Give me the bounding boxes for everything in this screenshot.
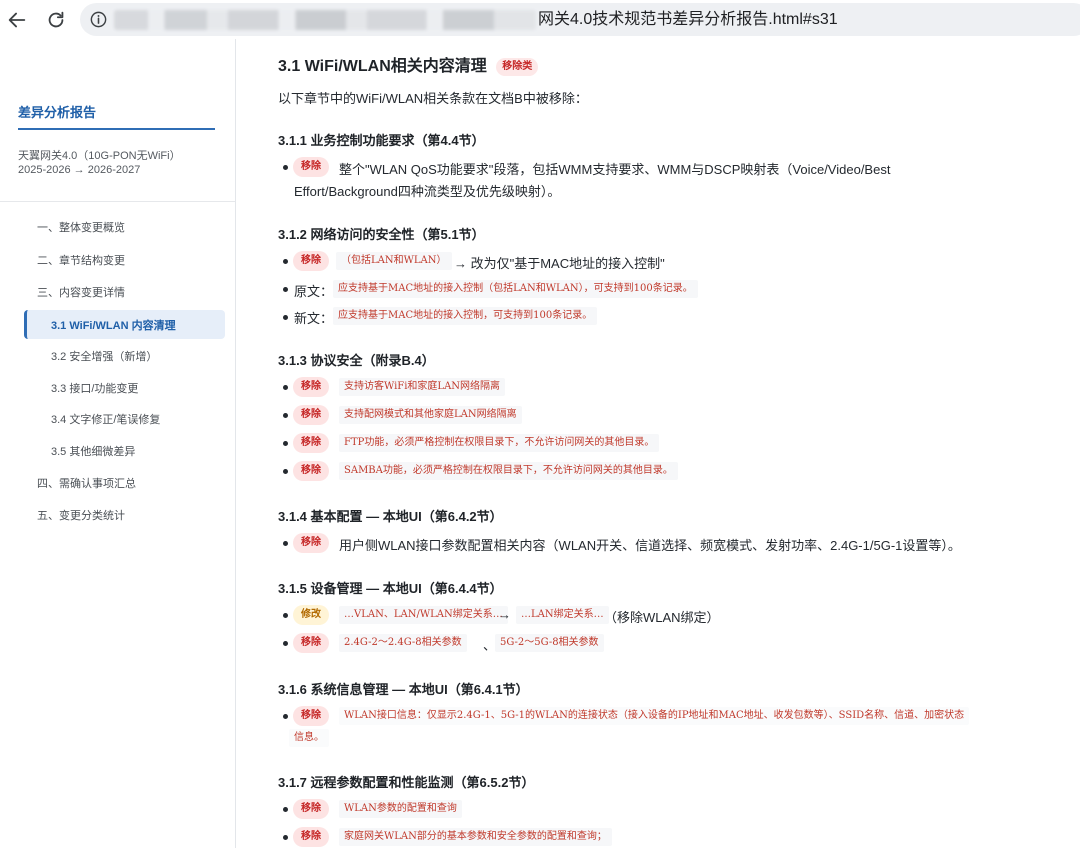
toc-item-interface[interactable]: 3.3 接口/功能变更 (0, 379, 235, 399)
page-title: 3.1 WiFi/WLAN相关内容清理 移除类 (278, 52, 539, 76)
new-label: 新文： (294, 311, 334, 326)
site-info-icon[interactable] (88, 9, 109, 30)
remove-tag: 移除 (293, 251, 329, 271)
removed-code: 支持配网模式和其他家庭LAN网络隔离 (339, 406, 522, 424)
bullet (283, 385, 288, 390)
reload-icon (48, 11, 64, 28)
sidebar: 差异分析报告 天翼网关4.0（10G-PON无WiFi） 2025-2026 →… (0, 39, 236, 848)
remove-tag: 移除 (293, 827, 329, 847)
section-heading-3-1-4: 3.1.4 基本配置 — 本地UI（第6.4.2节） (278, 509, 503, 524)
category-badge: 移除类 (496, 58, 539, 76)
removed-code: SAMBA功能，必须严格控制在权限目录下，不允许访问网关的其他目录。 (339, 462, 678, 480)
sidebar-title: 差异分析报告 (18, 105, 97, 120)
remove-tag: 移除 (293, 706, 329, 726)
intro-text: 以下章节中的WiFi/WLAN相关条款在文档B中被移除： (278, 91, 588, 106)
removed-code: WLAN接口信息：仅显示2.4G-1、5G-1的WLAN的连接状态（接入设备的I… (339, 707, 970, 725)
address-bar[interactable]: 网关4.0技术规范书差异分析报告.html#s31 (80, 3, 1080, 36)
sidebar-meta-years: 2025-2026 → 2026-2027 (18, 164, 141, 176)
back-button[interactable] (4, 7, 30, 33)
sidebar-meta-product: 天翼网关4.0（10G-PON无WiFi） (18, 150, 181, 162)
reload-button[interactable] (43, 7, 69, 33)
url-redacted (114, 10, 536, 30)
browser-toolbar: 网关4.0技术规范书差异分析报告.html#s31 (0, 0, 1080, 39)
toc-item-stats[interactable]: 五、变更分类统计 (0, 506, 235, 526)
main-content: 3.1 WiFi/WLAN相关内容清理 移除类 以下章节中的WiFi/WLAN相… (236, 39, 1080, 848)
section-heading-3-1-3: 3.1.3 协议安全（附录B.4） (278, 353, 435, 368)
remove-tag: 移除 (293, 633, 329, 653)
bullet (283, 165, 288, 170)
remove-tag: 移除 (293, 377, 329, 397)
bullet (283, 807, 288, 812)
modify-tag: 修改 (293, 605, 329, 625)
toc-item-security[interactable]: 3.2 安全增强（新增） (0, 347, 235, 367)
toc-item-minor[interactable]: 3.5 其他细微差异 (0, 442, 235, 462)
bullet (283, 259, 288, 264)
section-heading-3-1-2: 3.1.2 网络访问的安全性（第5.1节） (278, 227, 485, 242)
toc-item-label: 3.1 WiFi/WLAN 内容清理 (51, 320, 176, 332)
item-text-cont: Effort/Background四种流类型及优先级映射）。 (294, 184, 561, 199)
section-heading-3-1-7: 3.1.7 远程参数配置和性能监测（第6.5.2节） (278, 775, 535, 790)
section-heading-3-1-5: 3.1.5 设备管理 — 本地UI（第6.4.4节） (278, 581, 503, 596)
remove-tag: 移除 (293, 433, 329, 453)
toc-item-structure[interactable]: 二、章节结构变更 (0, 251, 235, 271)
removed-code: FTP功能，必须严格控制在权限目录下，不允许访问网关的其他目录。 (339, 434, 660, 452)
remove-tag: 移除 (293, 405, 329, 425)
item-text: 整个"WLAN QoS功能要求"段落，包括WMM支持要求、WMM与DSCP映射表… (339, 162, 891, 177)
remove-tag: 移除 (293, 157, 329, 177)
section-heading-3-1-1: 3.1.1 业务控制功能要求（第4.4节） (278, 133, 485, 148)
section-heading-3-1-6: 3.1.6 系统信息管理 — 本地UI（第6.4.1节） (278, 682, 529, 697)
toc-item-overview[interactable]: 一、整体变更概览 (0, 218, 235, 238)
remove-tag: 移除 (293, 533, 329, 553)
removed-code: WLAN参数的配置和查询 (339, 800, 462, 818)
bullet (283, 714, 288, 719)
removed-code: 5G-2～5G-8相关参数 (495, 634, 604, 652)
toc-item-text-fixes[interactable]: 3.4 文字修正/笔误修复 (0, 410, 235, 430)
bullet (283, 413, 288, 418)
removed-code: 家庭网关WLAN部分的基本参数和安全参数的配置和查询； (339, 828, 612, 846)
item-text: 用户侧WLAN接口参数配置相关内容（WLAN开关、信道选择、频宽模式、发射功率、… (339, 538, 961, 553)
toc-item-details[interactable]: 三、内容变更详情 (0, 283, 235, 303)
removed-code: 2.4G-2～2.4G-8相关参数 (339, 634, 467, 652)
item-note: （移除WLAN绑定） (604, 610, 720, 625)
remove-tag: 移除 (293, 799, 329, 819)
removed-code: 支持访客WiFi和家庭LAN网络隔离 (339, 378, 506, 396)
new-code: 应支持基于MAC地址的接入控制，可支持到100条记录。 (333, 307, 598, 325)
bullet (283, 641, 288, 646)
item-text: → 改为仅"基于MAC地址的接入控制" (454, 256, 665, 271)
modified-from-code: …VLAN、LAN/WLAN绑定关系… (339, 606, 508, 624)
bullet (283, 441, 288, 446)
toc-item-confirm[interactable]: 四、需确认事项汇总 (0, 474, 235, 494)
page-title-text: 3.1 WiFi/WLAN相关内容清理 (278, 58, 487, 75)
arrow-left-icon (8, 12, 26, 28)
arrow-text: → (498, 607, 511, 622)
removed-code-cont: 信息。 (289, 729, 329, 747)
bullet (283, 613, 288, 618)
removed-code: （包括LAN和WLAN） (336, 252, 452, 270)
remove-tag: 移除 (293, 461, 329, 481)
sidebar-title-underline (18, 128, 215, 130)
bullet (283, 469, 288, 474)
bullet (283, 315, 288, 320)
modified-to-code: …LAN绑定关系… (516, 606, 609, 624)
url-text: 网关4.0技术规范书差异分析报告.html#s31 (538, 11, 838, 28)
bullet (283, 541, 288, 546)
toc-item-wifi-cleanup[interactable]: 3.1 WiFi/WLAN 内容清理 (24, 310, 225, 339)
sidebar-divider (0, 201, 235, 202)
original-label: 原文： (294, 284, 334, 299)
original-code: 应支持基于MAC地址的接入控制（包括LAN和WLAN），可支持到100条记录。 (333, 280, 698, 298)
bullet (283, 835, 288, 840)
bullet (283, 287, 288, 292)
